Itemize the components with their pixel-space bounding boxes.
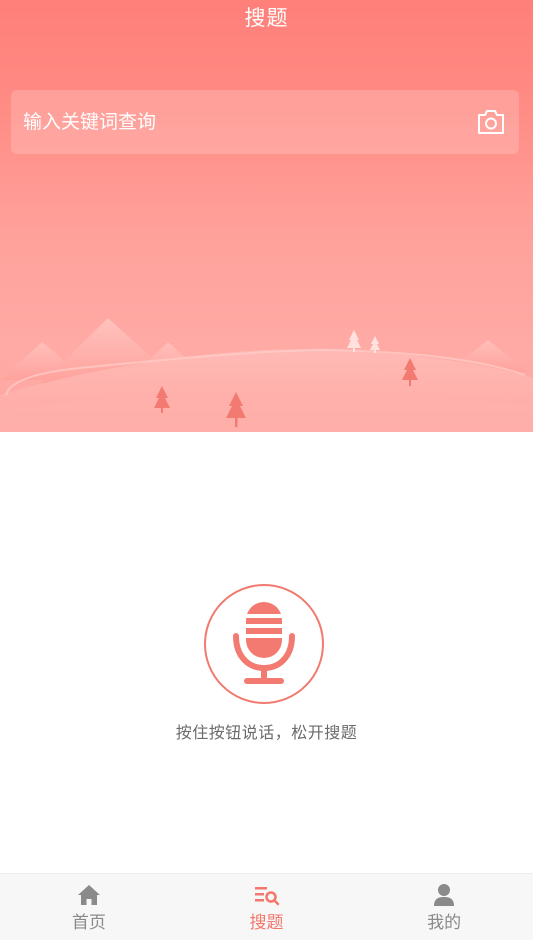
- tab-search-label: 搜题: [249, 913, 284, 933]
- search-list-icon: [254, 882, 280, 908]
- microphone-button[interactable]: [204, 584, 324, 704]
- page-title: 搜题: [244, 6, 289, 30]
- search-bar[interactable]: [11, 90, 519, 154]
- landscape-illustration: [0, 318, 533, 432]
- tab-profile[interactable]: 我的: [355, 874, 533, 940]
- voice-hint: 按住按钮说话，松开搜题: [175, 723, 358, 742]
- hero-banner: 搜题: [0, 0, 533, 432]
- home-icon: [76, 882, 102, 908]
- microphone-icon: [233, 602, 295, 684]
- voice-search-area: 按住按钮说话，松开搜题: [0, 432, 533, 872]
- camera-icon[interactable]: [475, 106, 507, 138]
- tab-home[interactable]: 首页: [0, 874, 178, 940]
- tab-home-label: 首页: [71, 913, 106, 933]
- bottom-tab-bar: 首页 搜题 我的: [0, 873, 533, 940]
- search-input[interactable]: [23, 111, 443, 133]
- tab-search[interactable]: 搜题: [178, 874, 356, 940]
- tab-profile-label: 我的: [427, 913, 462, 933]
- user-icon: [431, 882, 457, 908]
